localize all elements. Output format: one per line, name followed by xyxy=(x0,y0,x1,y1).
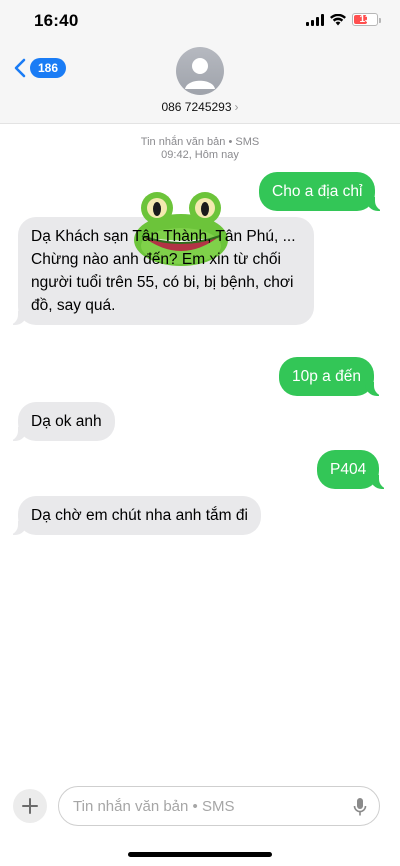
plus-icon xyxy=(22,798,38,814)
message-text: Dạ Khách sạn Tân Thành, Tân Phú, ... Chừ… xyxy=(31,228,296,314)
message-type-label: Tin nhắn văn bản • SMS xyxy=(140,136,260,148)
outgoing-message[interactable]: P404 xyxy=(317,450,390,489)
message-text: 10p a đến xyxy=(292,368,361,385)
avatar[interactable] xyxy=(176,47,224,95)
outgoing-message[interactable]: 10p a đến xyxy=(279,357,384,396)
status-icons: 13 xyxy=(306,13,381,26)
conversation-header: 16:40 13 186 086 7245293 › xyxy=(0,0,400,124)
message-timestamp: Tin nhắn văn bản • SMS 09:42, Hôm nay xyxy=(0,136,400,162)
contact-name-button[interactable]: 086 7245293 › xyxy=(0,100,400,114)
message-input-box[interactable] xyxy=(58,786,380,826)
incoming-message[interactable]: Dạ chờ em chút nha anh tắm đi xyxy=(8,496,261,535)
chevron-right-icon: › xyxy=(234,100,239,114)
message-text: Dạ chờ em chút nha anh tắm đi xyxy=(31,507,248,524)
chevron-left-icon xyxy=(14,58,26,78)
message-text: P404 xyxy=(330,461,367,478)
status-time: 16:40 xyxy=(34,11,79,30)
home-indicator[interactable] xyxy=(128,852,272,857)
microphone-icon[interactable] xyxy=(353,797,367,817)
cellular-signal-icon xyxy=(306,13,324,26)
message-input[interactable] xyxy=(73,787,333,825)
message-time-label: 09:42, Hôm nay xyxy=(161,149,239,161)
incoming-message[interactable]: Dạ ok anh xyxy=(8,402,115,441)
person-icon xyxy=(185,58,215,89)
incoming-message[interactable]: Dạ Khách sạn Tân Thành, Tân Phú, ... Chừ… xyxy=(8,217,314,325)
outgoing-message[interactable]: Cho a địa chỉ xyxy=(259,172,387,211)
message-text: Dạ ok anh xyxy=(31,413,102,430)
status-bar: 16:40 13 xyxy=(0,0,400,44)
battery-icon: 13 xyxy=(352,13,381,26)
add-attachment-button[interactable] xyxy=(13,789,47,823)
back-button[interactable]: 186 xyxy=(14,58,67,78)
contact-number: 086 7245293 xyxy=(161,100,232,114)
battery-level: 13 xyxy=(359,14,371,25)
unread-count-badge: 186 xyxy=(30,58,67,78)
message-text: Cho a địa chỉ xyxy=(272,183,363,200)
wifi-icon xyxy=(330,13,346,25)
